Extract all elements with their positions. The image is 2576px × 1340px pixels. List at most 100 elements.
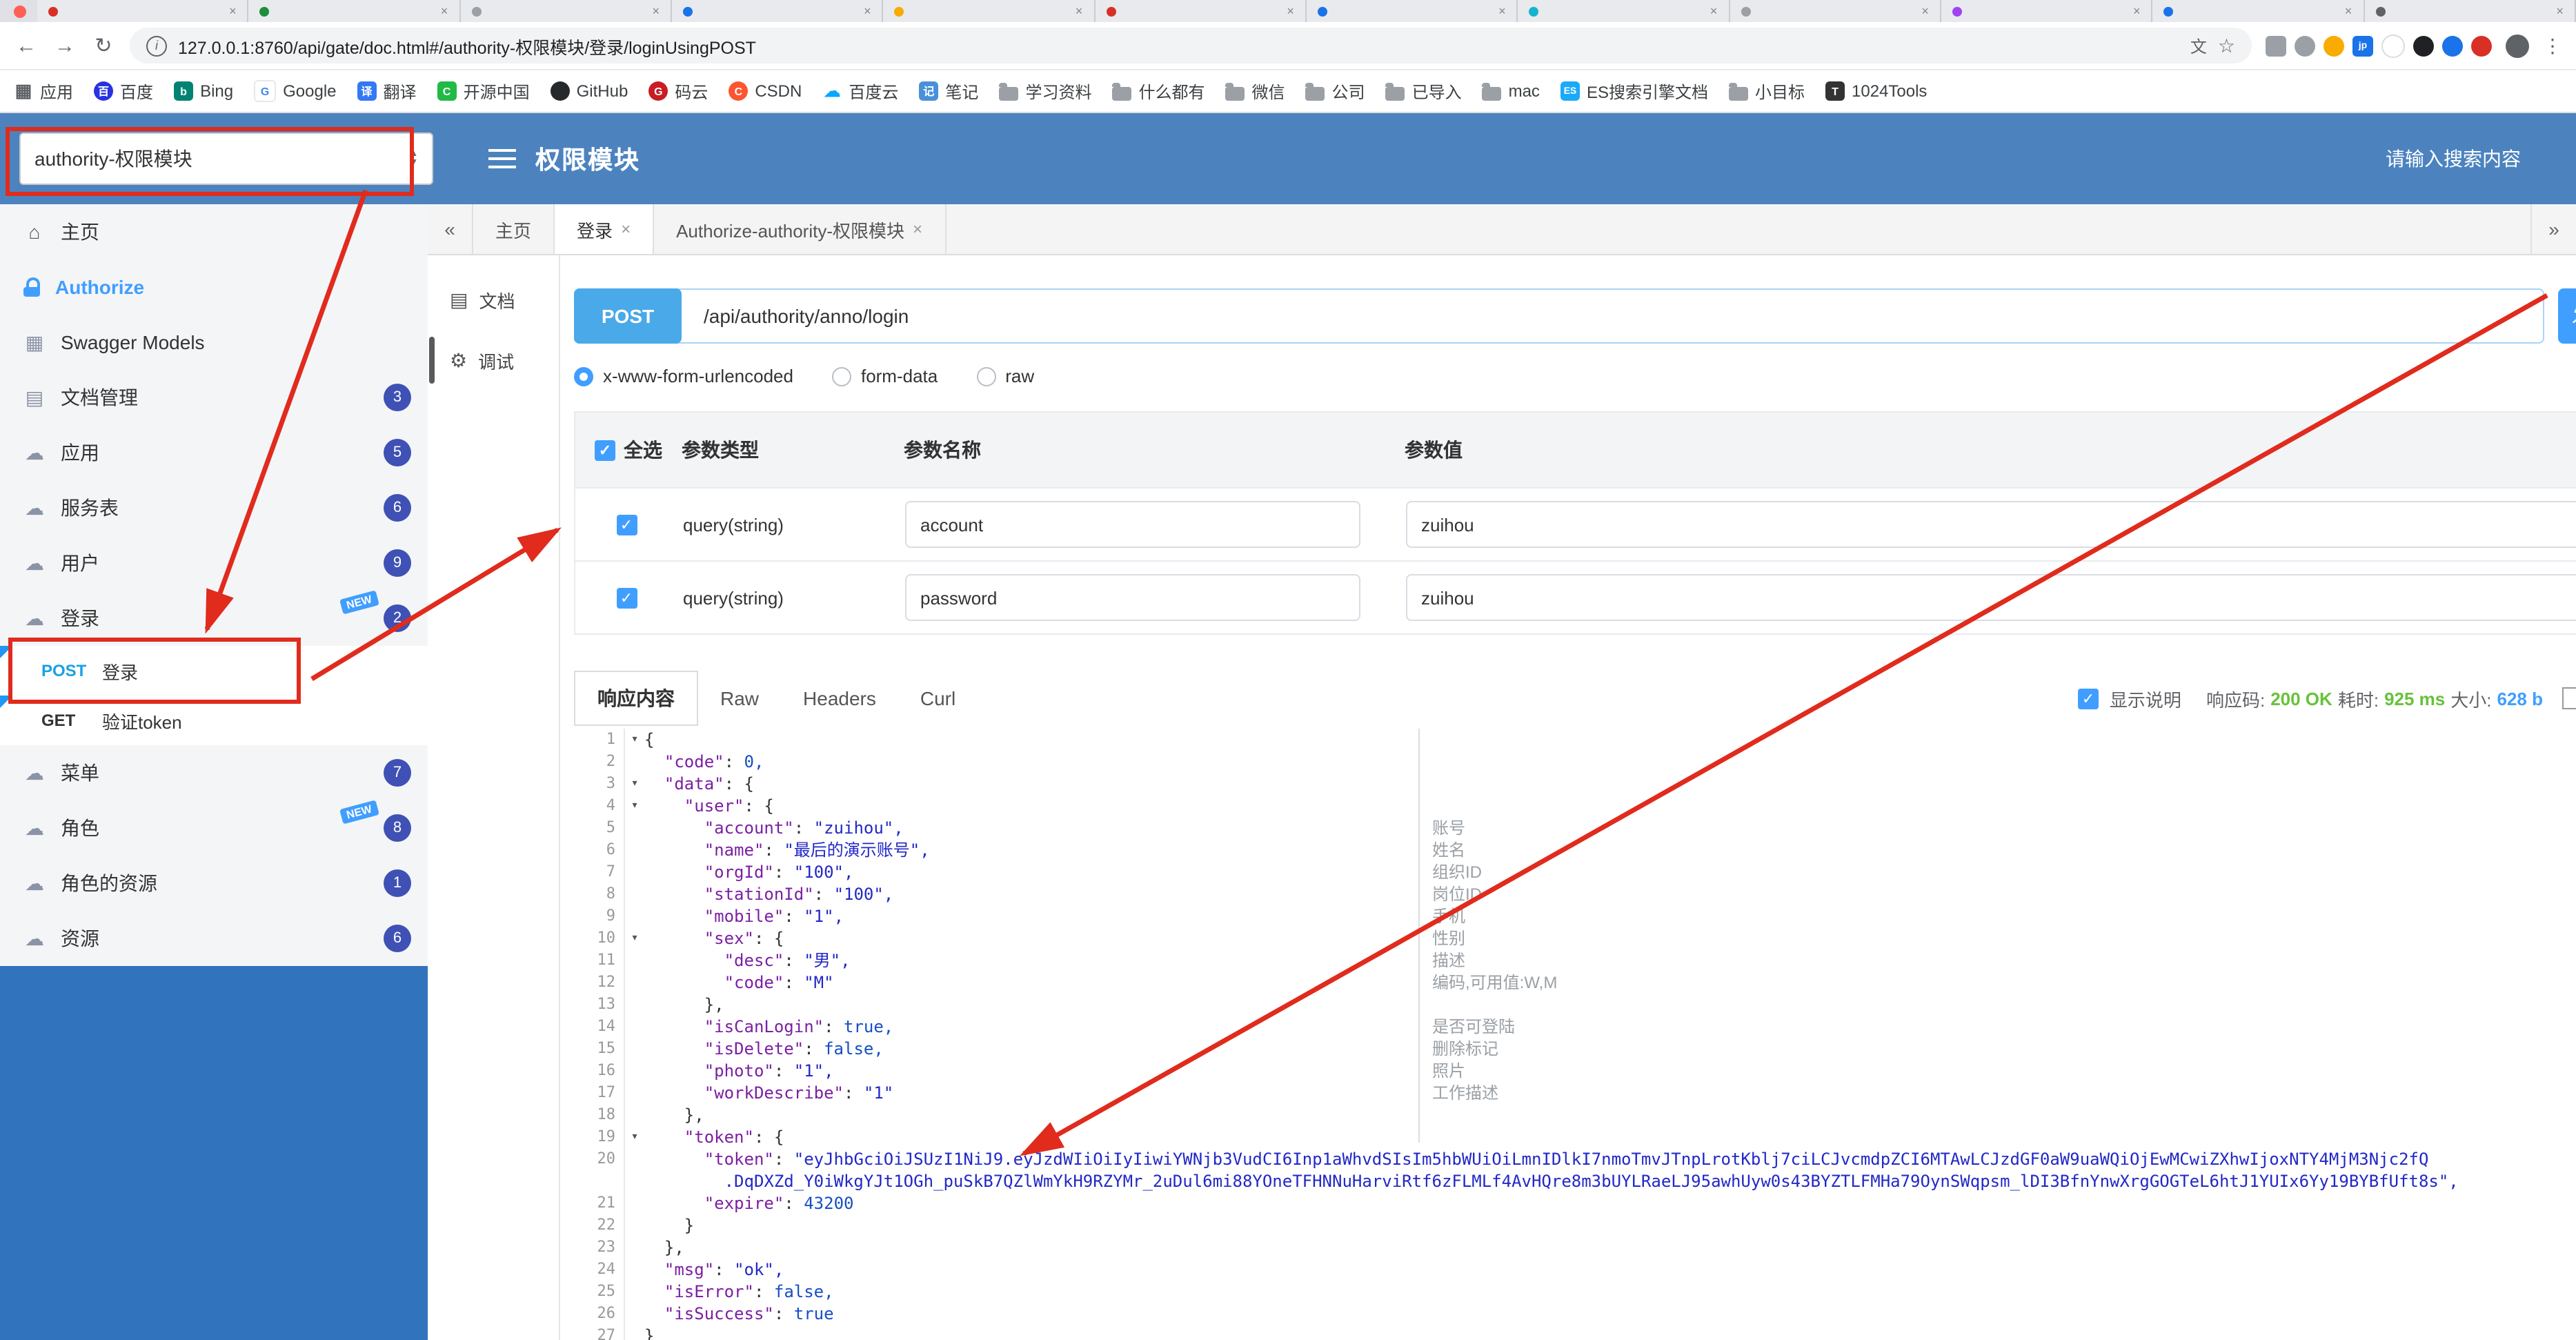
fold-icon[interactable] — [625, 1016, 644, 1038]
bookmark-item[interactable]: Bing — [174, 81, 233, 101]
browser-tab[interactable] — [2364, 0, 2576, 22]
bookmark-item[interactable]: 公司 — [1305, 79, 1365, 103]
extension-icon[interactable]: jp — [2352, 35, 2373, 56]
doc-nav-item[interactable]: 调试 — [428, 330, 559, 391]
back-icon[interactable] — [14, 34, 39, 57]
extension-icon[interactable] — [2295, 35, 2315, 56]
reload-icon[interactable] — [91, 33, 116, 58]
tab-close-icon[interactable] — [1076, 5, 1083, 17]
param-value-input[interactable]: zuihou — [1406, 574, 2576, 621]
radio-icon[interactable] — [574, 366, 593, 386]
response-tab[interactable]: Headers — [781, 671, 898, 726]
collapse-tabs-icon[interactable] — [428, 204, 473, 254]
fold-icon[interactable]: ▾ — [625, 927, 644, 949]
param-name-input[interactable]: account — [905, 501, 1360, 548]
browser-tab[interactable] — [1730, 0, 1941, 22]
browser-tab[interactable] — [1095, 0, 1307, 22]
fold-icon[interactable]: ▾ — [625, 729, 644, 751]
bookmark-item[interactable]: 小目标 — [1728, 79, 1805, 103]
url-text[interactable]: 127.0.0.1:8760/api/gate/doc.html#/author… — [178, 32, 756, 59]
content-type-option[interactable]: raw — [976, 366, 1034, 386]
module-select[interactable]: authority-权限模块 — [19, 132, 433, 185]
extension-icon[interactable] — [2413, 35, 2434, 56]
tab-close-icon[interactable] — [652, 5, 660, 17]
tab-close-icon[interactable] — [2556, 5, 2564, 17]
content-type-option[interactable]: x-www-form-urlencoded — [574, 366, 793, 386]
fold-icon[interactable] — [625, 1214, 644, 1236]
tab-close-icon[interactable]: × — [913, 219, 922, 239]
tab-close-icon[interactable] — [1287, 5, 1294, 17]
document-tab[interactable]: Authorize-authority-权限模块 × — [654, 204, 947, 254]
fold-icon[interactable] — [625, 1259, 644, 1281]
site-info-icon[interactable] — [146, 35, 167, 56]
tab-close-icon[interactable] — [441, 5, 448, 17]
fold-icon[interactable] — [625, 994, 644, 1016]
param-value-input[interactable]: zuihou — [1406, 501, 2576, 548]
fold-icon[interactable] — [625, 1104, 644, 1126]
fold-icon[interactable] — [625, 1038, 644, 1060]
address-bar[interactable]: 127.0.0.1:8760/api/gate/doc.html#/author… — [130, 28, 2252, 63]
sidebar-item[interactable]: 主页 — [0, 204, 428, 259]
bookmark-item[interactable]: 已导入 — [1385, 79, 1462, 103]
bookmark-item[interactable]: 笔记 — [919, 79, 978, 103]
fold-icon[interactable] — [625, 1281, 644, 1303]
sidebar-item[interactable]: 登录 NEW 2 — [0, 590, 428, 646]
response-tab[interactable]: 响应内容 — [574, 671, 698, 726]
response-body-editor[interactable]: 1 ▾ { 2 "code": 0, 3 ▾ "data": {4 ▾ "us… — [574, 729, 2576, 1340]
fold-icon[interactable] — [625, 839, 644, 861]
select-all-checkbox[interactable] — [595, 440, 615, 460]
fold-icon[interactable] — [625, 1325, 644, 1340]
hamburger-icon[interactable] — [488, 149, 516, 168]
extension-icon[interactable] — [2471, 35, 2492, 56]
doc-nav-item[interactable]: 文档 — [428, 269, 559, 330]
fold-icon[interactable] — [625, 1060, 644, 1082]
fold-icon[interactable] — [625, 1192, 644, 1214]
row-checkbox[interactable] — [616, 587, 637, 608]
profile-avatar[interactable] — [2506, 34, 2529, 57]
header-search-input[interactable]: 请输入搜索内容 — [2386, 145, 2521, 173]
tab-close-icon[interactable] — [2345, 5, 2352, 17]
fold-icon[interactable] — [625, 1082, 644, 1104]
tab-close-icon[interactable] — [2133, 5, 2141, 17]
bookmark-star-icon[interactable] — [2218, 34, 2235, 57]
fold-icon[interactable] — [625, 1236, 644, 1259]
extension-icon[interactable] — [2266, 35, 2286, 56]
fold-icon[interactable] — [625, 972, 644, 994]
browser-tab[interactable] — [1518, 0, 1730, 22]
fold-icon[interactable] — [625, 1303, 644, 1325]
bookmark-item[interactable]: mac — [1482, 81, 1540, 101]
fold-icon[interactable] — [625, 861, 644, 883]
radio-icon[interactable] — [831, 366, 851, 386]
fold-icon[interactable] — [625, 883, 644, 905]
browser-menu-icon[interactable] — [2543, 34, 2562, 57]
sidebar-item[interactable]: Swagger Models — [0, 315, 428, 370]
sidebar-item[interactable]: Authorize — [0, 259, 428, 315]
extension-icon[interactable] — [2324, 35, 2344, 56]
bookmark-item[interactable]: 什么都有 — [1112, 79, 1205, 103]
fullscreen-icon[interactable] — [2562, 687, 2576, 709]
sidebar-item[interactable]: 角色 NEW 8 — [0, 800, 428, 856]
response-tab[interactable]: Curl — [898, 671, 978, 726]
tab-close-icon[interactable] — [1921, 5, 1929, 17]
browser-tab[interactable] — [460, 0, 672, 22]
fold-icon[interactable] — [625, 949, 644, 972]
tab-close-icon[interactable] — [1710, 5, 1718, 17]
bookmark-item[interactable]: 百度云 — [822, 79, 898, 103]
fold-icon[interactable] — [625, 905, 644, 927]
show-desc-checkbox[interactable] — [2077, 688, 2099, 709]
fold-icon[interactable]: ▾ — [625, 773, 644, 795]
sidebar-item[interactable]: GET 验证token — [0, 696, 428, 745]
bookmark-item[interactable]: CSDN — [729, 81, 802, 101]
sidebar-item[interactable]: 文档管理 3 — [0, 370, 428, 425]
radio-icon[interactable] — [976, 366, 996, 386]
tab-close-icon[interactable] — [864, 5, 871, 17]
translate-icon[interactable] — [2190, 34, 2207, 57]
bookmark-item[interactable]: ES搜索引擎文档 — [1560, 79, 1708, 103]
browser-tab[interactable] — [883, 0, 1096, 22]
document-tab[interactable]: 主页 — [473, 204, 555, 254]
fold-icon[interactable]: ▾ — [625, 795, 644, 817]
browser-tab[interactable] — [2152, 0, 2365, 22]
browser-tab[interactable] — [671, 0, 884, 22]
param-name-input[interactable]: password — [905, 574, 1360, 621]
bookmark-item[interactable]: 码云 — [648, 79, 708, 103]
